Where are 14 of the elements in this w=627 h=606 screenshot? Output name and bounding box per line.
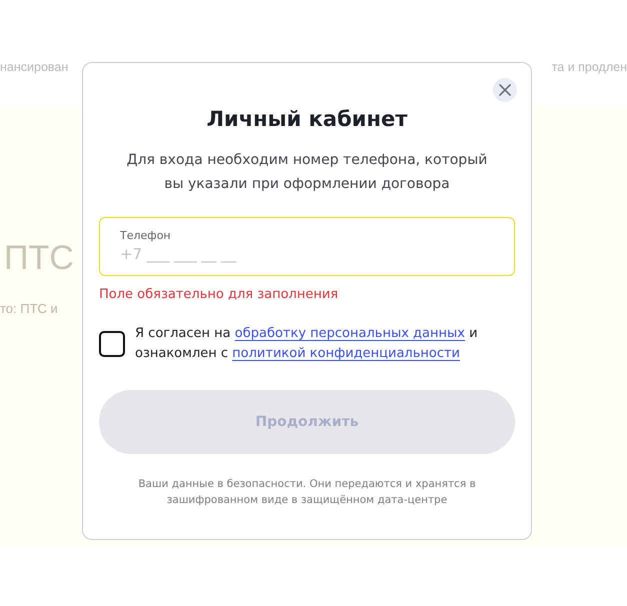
dialog-subtitle: Для входа необходим номер телефона, который вы указали при оформлении договора xyxy=(126,151,488,194)
phone-input[interactable]: +7 ___ ___ __ __ xyxy=(120,245,320,263)
error-message: Поле обязательно для заполнения xyxy=(99,287,340,303)
hero-heading: ПТС xyxy=(4,238,74,279)
dialog-title: Личный кабинет xyxy=(206,106,408,132)
consent-text: Я согласен на обработку персональных данных и ознакомлен с политикой конфиденциальности xyxy=(135,325,479,363)
phone-field[interactable]: Телефон +7 ___ ___ __ __ xyxy=(99,217,515,276)
close-icon[interactable] xyxy=(493,78,517,102)
policy-link[interactable]: политикой конфиденциальности xyxy=(232,346,460,361)
field-label: Телефон xyxy=(120,229,172,243)
policy-link[interactable]: обработку персональных данных xyxy=(234,326,465,341)
consent-checkbox[interactable] xyxy=(99,331,125,357)
security-note: Ваши данные в безопасности. Они передаются и хранятся в зашифрованном виде в защищённом дата-центре xyxy=(137,477,477,508)
hero-subheading: то: ПТС и xyxy=(0,301,58,316)
